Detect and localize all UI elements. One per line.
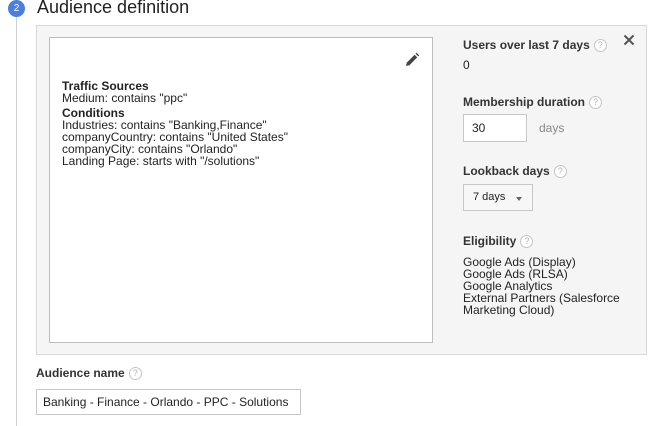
audience-name-label-text: Audience name bbox=[36, 366, 125, 380]
help-icon[interactable]: ? bbox=[589, 96, 603, 110]
lookback-days-label: Lookback days? bbox=[463, 164, 567, 179]
conditions-summary-text: Traffic Sources Medium: contains "ppc" C… bbox=[62, 80, 288, 167]
membership-duration-input[interactable] bbox=[463, 114, 527, 142]
help-icon[interactable]: ? bbox=[553, 165, 567, 179]
eligibility-label: Eligibility? bbox=[463, 234, 534, 249]
condition-line: Landing Page: starts with "/solutions" bbox=[62, 154, 260, 168]
close-icon[interactable] bbox=[623, 34, 635, 46]
audience-name-label: Audience name? bbox=[36, 366, 142, 381]
conditions-summary-box[interactable]: Traffic Sources Medium: contains "ppc" C… bbox=[49, 37, 433, 343]
pencil-icon[interactable] bbox=[404, 52, 420, 68]
membership-duration-label: Membership duration? bbox=[463, 95, 603, 110]
step-connector-line bbox=[16, 14, 17, 426]
eligibility-label-text: Eligibility bbox=[463, 234, 517, 248]
users-label: Users over last 7 days? bbox=[463, 38, 607, 53]
membership-duration-label-text: Membership duration bbox=[463, 95, 586, 109]
traffic-source-line: Medium: contains "ppc" bbox=[62, 91, 188, 105]
help-icon[interactable]: ? bbox=[128, 367, 142, 381]
step-number-badge: 2 bbox=[8, 0, 25, 17]
audience-definition-panel: Traffic Sources Medium: contains "ppc" C… bbox=[36, 25, 647, 355]
users-count: 0 bbox=[463, 58, 470, 72]
audience-name-input[interactable] bbox=[36, 389, 301, 415]
membership-duration-unit: days bbox=[539, 121, 565, 135]
eligibility-list: Google Ads (Display) Google Ads (RLSA) G… bbox=[463, 256, 620, 316]
users-label-text: Users over last 7 days bbox=[463, 38, 590, 52]
eligibility-item: Marketing Cloud) bbox=[463, 303, 555, 317]
lookback-days-label-text: Lookback days bbox=[463, 164, 550, 178]
chevron-down-icon bbox=[516, 197, 522, 201]
lookback-days-dropdown[interactable]: 7 days bbox=[463, 184, 533, 211]
help-icon[interactable]: ? bbox=[593, 39, 607, 53]
section-title: Audience definition bbox=[37, 0, 190, 17]
lookback-days-selected: 7 days bbox=[473, 191, 506, 203]
help-icon[interactable]: ? bbox=[520, 235, 534, 249]
